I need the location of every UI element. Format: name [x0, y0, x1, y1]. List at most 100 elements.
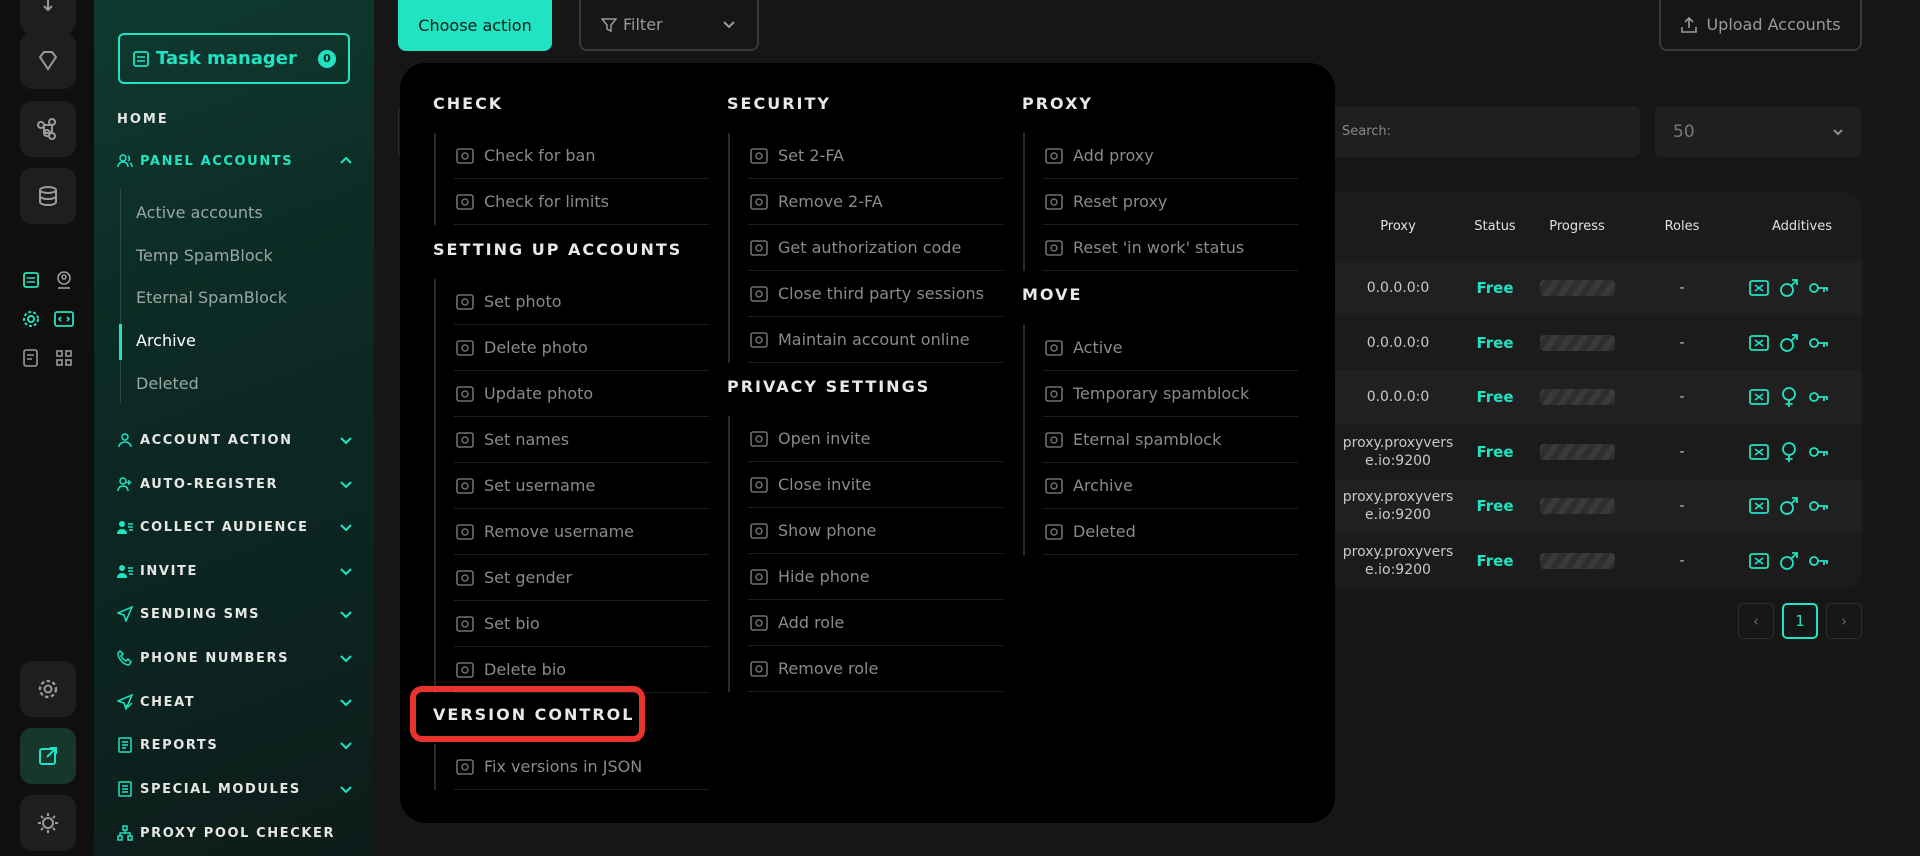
- sidebar-item-eternal-spamblock[interactable]: Eternal SpamBlock: [136, 288, 287, 307]
- upload-accounts-button[interactable]: Upload Accounts: [1659, 0, 1862, 51]
- key-icon[interactable]: [1808, 441, 1830, 463]
- menu-item-reset-proxy[interactable]: Reset proxy: [1043, 179, 1298, 225]
- menu-item-reset-in-work-status[interactable]: Reset 'in work' status: [1043, 225, 1298, 271]
- menu-item-active[interactable]: Active: [1043, 325, 1298, 371]
- sidebar-item-archive[interactable]: Archive: [136, 331, 196, 350]
- per-page-select[interactable]: 50: [1655, 106, 1862, 157]
- sidebar-item-deleted[interactable]: Deleted: [136, 374, 199, 393]
- grid-icon[interactable]: [52, 346, 76, 370]
- menu-item-add-role[interactable]: Add role: [748, 600, 1003, 646]
- task-manager-button[interactable]: Task manager 0: [118, 33, 350, 84]
- menu-item-hide-phone[interactable]: Hide phone: [748, 554, 1003, 600]
- session-file-icon[interactable]: [1748, 495, 1770, 517]
- column-header-proxy[interactable]: Proxy: [1380, 219, 1416, 234]
- search-input[interactable]: Search:: [1320, 106, 1640, 157]
- session-file-icon[interactable]: [1748, 332, 1770, 354]
- home-link[interactable]: HOME: [117, 112, 169, 127]
- table-row[interactable]: 0.0.0.0:0 Free -: [1320, 261, 1862, 315]
- menu-item-remove-username[interactable]: Remove username: [454, 509, 709, 555]
- menu-item-fix-versions-in-json[interactable]: Fix versions in JSON: [454, 744, 709, 790]
- table-row[interactable]: 0.0.0.0:0 Free -: [1320, 370, 1862, 424]
- male-icon[interactable]: [1778, 332, 1800, 354]
- prev-page-button[interactable]: ‹: [1738, 603, 1774, 639]
- menu-item-add-proxy[interactable]: Add proxy: [1043, 133, 1298, 179]
- section-auto-register[interactable]: AUTO-REGISTER: [117, 472, 353, 496]
- column-header-progress[interactable]: Progress: [1549, 219, 1604, 234]
- rail-top-button[interactable]: [20, 0, 76, 34]
- sidebar-item-temp-spamblock[interactable]: Temp SpamBlock: [136, 246, 273, 265]
- session-file-icon[interactable]: [1748, 277, 1770, 299]
- key-icon[interactable]: [1808, 386, 1830, 408]
- key-icon[interactable]: [1808, 495, 1830, 517]
- menu-item-temporary-spamblock[interactable]: Temporary spamblock: [1043, 371, 1298, 417]
- menu-item-archive[interactable]: Archive: [1043, 463, 1298, 509]
- database-button[interactable]: [20, 168, 76, 224]
- key-icon[interactable]: [1808, 550, 1830, 572]
- menu-item-set-gender[interactable]: Set gender: [454, 555, 709, 601]
- male-icon[interactable]: [1778, 495, 1800, 517]
- menu-item-close-invite[interactable]: Close invite: [748, 462, 1003, 508]
- section-cheat[interactable]: CHEAT: [117, 690, 353, 714]
- settings-button[interactable]: [20, 661, 76, 717]
- status-cell: Free: [1476, 388, 1514, 406]
- menu-item-maintain-account-online[interactable]: Maintain account online: [748, 317, 1003, 363]
- settings-gear-icon[interactable]: [19, 307, 43, 331]
- section-account-action[interactable]: ACCOUNT ACTION: [117, 428, 353, 452]
- filter-dropdown[interactable]: Filter: [579, 0, 759, 51]
- section-reports[interactable]: REPORTS: [117, 733, 353, 757]
- choose-action-button[interactable]: Choose action: [398, 0, 552, 51]
- menu-item-check-for-ban[interactable]: Check for ban: [454, 133, 709, 179]
- menu-item-set-username[interactable]: Set username: [454, 463, 709, 509]
- key-icon[interactable]: [1808, 332, 1830, 354]
- key-icon[interactable]: [1808, 277, 1830, 299]
- external-link-button[interactable]: [20, 728, 76, 784]
- table-row[interactable]: 0.0.0.0:0 Free -: [1320, 316, 1862, 370]
- table-row[interactable]: proxy.proxyvers e.io:9200 Free -: [1320, 534, 1862, 588]
- menu-item-eternal-spamblock[interactable]: Eternal spamblock: [1043, 417, 1298, 463]
- session-file-icon[interactable]: [1748, 441, 1770, 463]
- session-file-icon[interactable]: [1748, 550, 1770, 572]
- command-button[interactable]: [20, 101, 76, 157]
- menu-item-show-phone[interactable]: Show phone: [748, 508, 1003, 554]
- menu-item-check-for-limits[interactable]: Check for limits: [454, 179, 709, 225]
- menu-item-update-photo[interactable]: Update photo: [454, 371, 709, 417]
- section-sending-sms[interactable]: SENDING SMS: [117, 602, 353, 626]
- section-panel-accounts[interactable]: PANEL ACCOUNTS: [117, 149, 353, 173]
- menu-item-set-photo[interactable]: Set photo: [454, 279, 709, 325]
- menu-item-delete-photo[interactable]: Delete photo: [454, 325, 709, 371]
- menu-item-remove-role[interactable]: Remove role: [748, 646, 1003, 692]
- male-icon[interactable]: [1778, 277, 1800, 299]
- menu-item-close-third-party-sessions[interactable]: Close third party sessions: [748, 271, 1003, 317]
- checklist-icon[interactable]: [19, 346, 43, 370]
- menu-item-deleted[interactable]: Deleted: [1043, 509, 1298, 555]
- sidebar-item-active-accounts[interactable]: Active accounts: [136, 203, 263, 222]
- section-collect-audience[interactable]: COLLECT AUDIENCE: [117, 515, 353, 539]
- menu-item-remove-2-fa[interactable]: Remove 2-FA: [748, 179, 1003, 225]
- section-phone-numbers[interactable]: PHONE NUMBERS: [117, 646, 353, 670]
- female-icon[interactable]: [1778, 441, 1800, 463]
- diamond-button[interactable]: [20, 33, 76, 89]
- female-icon[interactable]: [1778, 386, 1800, 408]
- additives-cell: [1748, 550, 1830, 572]
- column-header-status[interactable]: Status: [1474, 219, 1515, 234]
- menu-item-open-invite[interactable]: Open invite: [748, 416, 1003, 462]
- menu-item-set-bio[interactable]: Set bio: [454, 601, 709, 647]
- session-file-icon[interactable]: [1748, 386, 1770, 408]
- menu-item-set-2-fa[interactable]: Set 2-FA: [748, 133, 1003, 179]
- section-proxy-pool-checker[interactable]: PROXY POOL CHECKER: [117, 821, 353, 845]
- table-row[interactable]: proxy.proxyvers e.io:9200 Free -: [1320, 479, 1862, 533]
- section-invite[interactable]: INVITE: [117, 559, 353, 583]
- table-row[interactable]: proxy.proxyvers e.io:9200 Free -: [1320, 425, 1862, 479]
- theme-button[interactable]: [20, 795, 76, 851]
- page-1-button[interactable]: 1: [1782, 603, 1818, 639]
- tasks-icon[interactable]: [19, 268, 43, 292]
- user-pin-icon[interactable]: [52, 268, 76, 292]
- menu-item-get-authorization-code[interactable]: Get authorization code: [748, 225, 1003, 271]
- code-window-icon[interactable]: [52, 307, 76, 331]
- next-page-button[interactable]: ›: [1826, 603, 1862, 639]
- menu-item-set-names[interactable]: Set names: [454, 417, 709, 463]
- male-icon[interactable]: [1778, 550, 1800, 572]
- column-header-additives[interactable]: Additives: [1772, 219, 1832, 234]
- section-special-modules[interactable]: SPECIAL MODULES: [117, 777, 353, 801]
- column-header-roles[interactable]: Roles: [1665, 219, 1700, 234]
